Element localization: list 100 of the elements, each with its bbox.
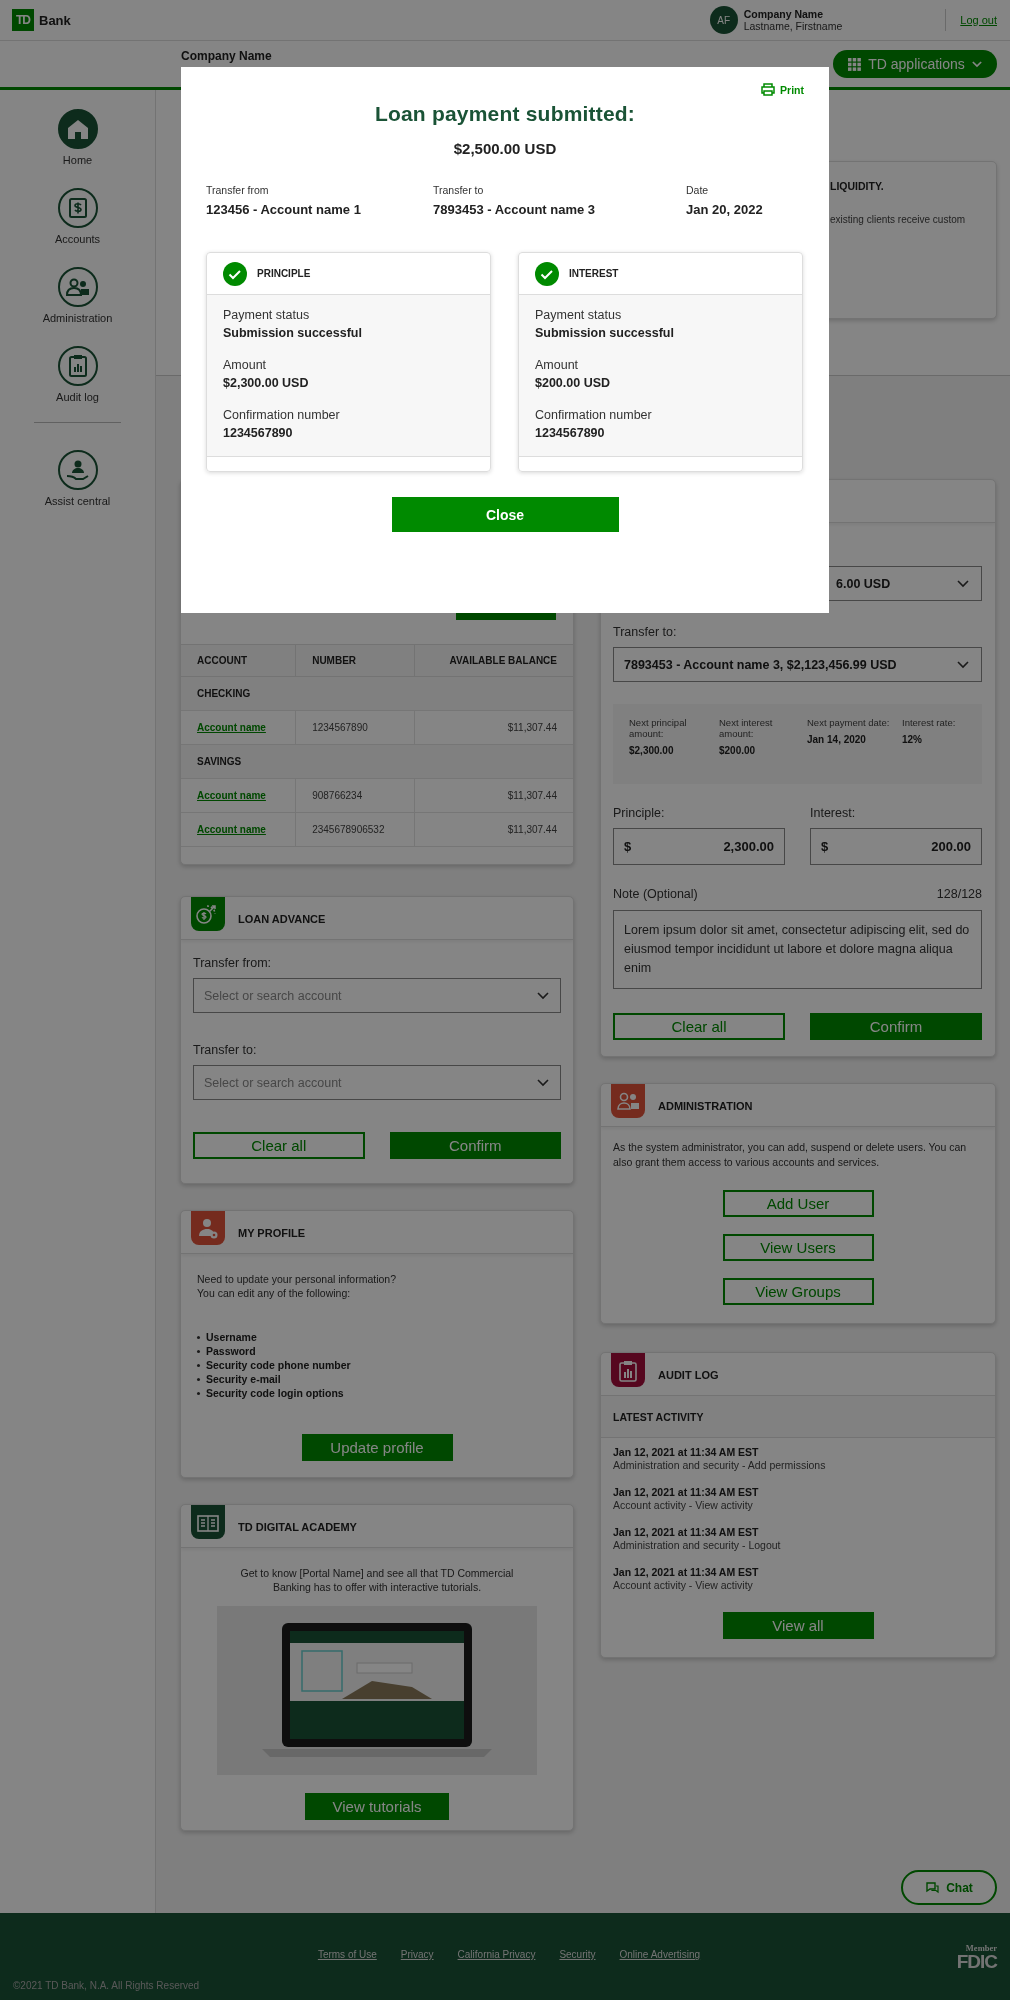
info-label: Interest rate: (902, 717, 957, 728)
footer-link[interactable]: Security (559, 1949, 596, 1960)
account-link[interactable]: Account name (197, 790, 266, 801)
profile-text: Need to update your personal information? You can edit any of the following: (197, 1272, 398, 1300)
clear-button[interactable]: Clear all (613, 1013, 785, 1040)
copyright-text: ©2021 TD Bank, N.A. All Rights Reserved (13, 1980, 200, 1991)
check-icon (535, 261, 559, 286)
company-title: Company Name (181, 49, 272, 63)
close-button[interactable]: Close (391, 497, 619, 532)
detail-value: 123456 - Account name 1 (206, 202, 362, 217)
field-label: Payment status (223, 308, 311, 322)
view-tutorials-button[interactable]: View tutorials (305, 1793, 449, 1820)
detail-label: Transfer from (206, 184, 270, 196)
field-label: Principle: (613, 806, 666, 820)
field-label: Note (Optional) (613, 887, 698, 901)
note-field[interactable]: Lorem ipsum dolor sit amet, consectetur adipiscing elit, sed do eiusmod tempor incididunt ut labore et dolore magna aliqua enim (613, 910, 982, 989)
grid-icon (848, 57, 862, 71)
caret-icon (537, 1079, 549, 1087)
admin-button[interactable]: View Users (722, 1234, 874, 1261)
column-header: ACCOUNT (181, 644, 296, 677)
account-select[interactable]: Select or search account (193, 1065, 561, 1100)
activity-description: Account activity - View activity (613, 1579, 754, 1591)
activity-time: Jan 12, 2021 at 11:34 AM EST (613, 1526, 760, 1538)
account-select[interactable]: 7893453 - Account name 3, $2,123,456.99 USD (613, 647, 982, 682)
logout-link[interactable]: Log out (960, 14, 997, 26)
profile-item: Username (197, 1330, 573, 1344)
info-value: $2,300.00 (629, 745, 675, 756)
activity-description: Administration and security - Add permissions (613, 1459, 827, 1471)
activity-time: Jan 12, 2021 at 11:34 AM EST (613, 1566, 760, 1578)
info-label: Next interest amount: (719, 717, 774, 739)
account-select[interactable]: Select or search account (193, 978, 561, 1013)
activity-description: Administration and security - Logout (613, 1539, 782, 1551)
card-header: TD DIGITAL ACADEMY (181, 1505, 573, 1548)
table-cell: 908766234 (295, 778, 415, 813)
section-header: LATEST ACTIVITY (601, 1396, 995, 1438)
field-value: Submission successful (535, 326, 675, 340)
info-label: Next principal amount: (629, 717, 688, 739)
card-header: ADMINISTRATION (601, 1084, 995, 1127)
field-label: Transfer to: (613, 625, 678, 639)
caret-icon (957, 660, 969, 669)
user-avatar: AF (709, 6, 738, 34)
field-label: Amount (535, 358, 580, 372)
activity-time: Jan 12, 2021 at 11:34 AM EST (613, 1486, 760, 1498)
table-cell: $11,307.44 (414, 778, 573, 813)
payment-part-title: PRINCIPLE (257, 268, 311, 279)
print-button[interactable]: Print (761, 83, 804, 96)
card-header: LOAN ADVANCE (181, 897, 573, 940)
update-profile-button[interactable]: Update profile (301, 1434, 453, 1461)
sidebar-item[interactable]: Administration (0, 267, 155, 324)
bank-logo-text: Bank (39, 12, 71, 28)
admin-button[interactable]: View Groups (722, 1278, 874, 1305)
profile-item: Security e-mail (197, 1372, 573, 1386)
footer-link[interactable]: California Privacy (457, 1949, 536, 1960)
td-logo[interactable]: TD (12, 9, 34, 31)
sidebar-item[interactable]: Accounts (0, 188, 155, 245)
printer-icon (761, 83, 776, 96)
sidebar-item[interactable]: Audit log (0, 346, 155, 403)
caret-icon (537, 992, 549, 1000)
amount-field[interactable]: $ 200.00 (810, 828, 982, 865)
profile-item: Security code phone number (197, 1358, 573, 1372)
admin-button[interactable]: Add User (722, 1190, 874, 1217)
confirm-button[interactable]: Confirm (810, 1013, 982, 1040)
clear-button[interactable]: Clear all (193, 1132, 365, 1159)
account-link[interactable]: Account name (197, 722, 266, 733)
footer-link[interactable]: Online Advertising (619, 1949, 701, 1960)
field-label: Transfer to: (193, 1043, 258, 1057)
dialog-title: Loan payment submitted: (373, 102, 637, 126)
administration-text: As the system administrator, you can add, suspend or delete users. You can also grant them access to various accounts and services. (612, 1140, 968, 1170)
confirm-button[interactable]: Confirm (389, 1132, 561, 1159)
view-all-button[interactable]: View all (722, 1612, 874, 1639)
table-cell: 2345678906532 (295, 812, 415, 847)
field-value: $2,300.00 USD (223, 376, 310, 390)
table-cell: 1234567890 (295, 710, 415, 745)
applications-button[interactable]: TD applications (833, 50, 997, 78)
detail-label: Transfer to (433, 184, 485, 196)
chat-button[interactable]: Chat (901, 1870, 997, 1905)
account-link[interactable]: Account name (197, 824, 266, 835)
field-label: Transfer from: (193, 956, 273, 970)
company-name: Company Name (743, 8, 825, 20)
field-label: Amount (223, 358, 268, 372)
activity-time: Jan 12, 2021 at 11:34 AM EST (613, 1446, 760, 1458)
caret-icon (971, 60, 982, 68)
detail-value: 7893453 - Account name 3 (433, 202, 597, 217)
table-cell: $11,307.44 (414, 812, 573, 847)
check-icon (223, 261, 247, 286)
info-value: $200.00 (719, 745, 757, 756)
field-label: Confirmation number (535, 408, 653, 422)
footer-link[interactable]: Terms of Use (317, 1949, 377, 1960)
field-value: $200.00 USD (535, 376, 612, 390)
footer-link[interactable]: Privacy (400, 1949, 434, 1960)
card-text: existing clients receive custom (830, 214, 967, 225)
info-value: 12% (902, 734, 923, 745)
card-header: MY PROFILE (181, 1211, 573, 1254)
fdic-logo: FDIC (956, 1953, 997, 1971)
sidebar-item[interactable]: Home (0, 109, 155, 166)
fdic-member-text: Member (965, 1943, 997, 1953)
sidebar-item[interactable]: Assist central (0, 450, 155, 507)
detail-value: Jan 20, 2022 (686, 202, 764, 217)
amount-field[interactable]: $ 2,300.00 (613, 828, 785, 865)
field-value: 1234567890 (223, 426, 294, 440)
